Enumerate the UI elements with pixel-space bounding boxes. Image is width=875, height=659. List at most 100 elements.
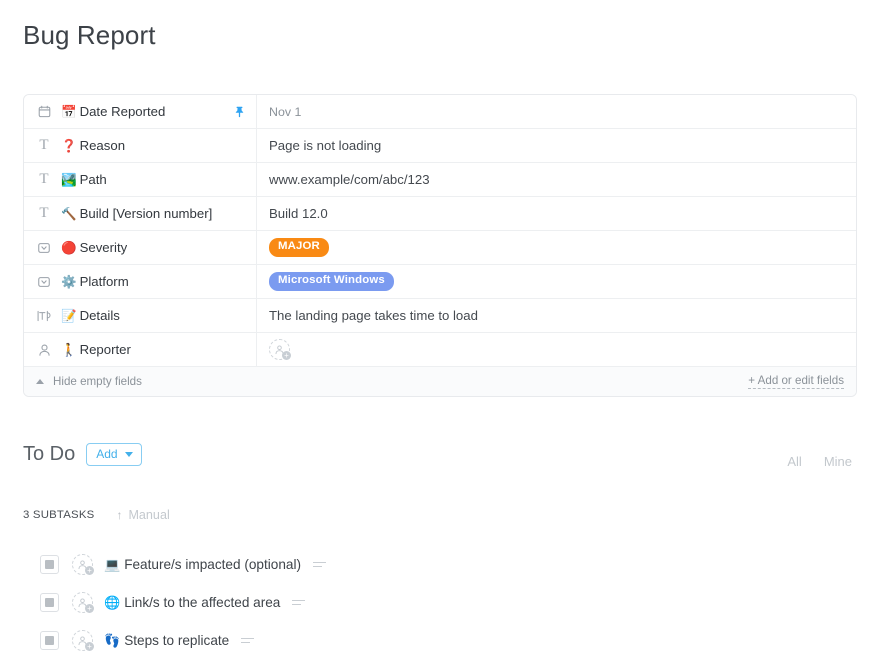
field-value-text: The landing page takes time to load <box>269 308 478 323</box>
fields-footer: Hide empty fields + Add or edit fields <box>24 367 856 396</box>
field-value-cell[interactable]: + <box>257 333 856 366</box>
assignee-avatar-placeholder[interactable]: + <box>72 591 94 613</box>
subtask-name[interactable]: 👣 Steps to replicate <box>104 633 229 648</box>
assignee-avatar-placeholder[interactable]: + <box>269 339 291 360</box>
dropdown-icon <box>36 240 52 256</box>
subtask-name[interactable]: 🌐 Link/s to the affected area <box>104 595 280 610</box>
status-badge[interactable]: MAJOR <box>269 238 329 257</box>
subtask-emoji-icon: 💻 <box>104 556 121 572</box>
field-emoji-icon: 🏞️ <box>61 173 77 187</box>
field-label: ⚙️ Platform <box>61 274 129 289</box>
subtask-row[interactable]: + 🌐 Link/s to the affected area <box>40 583 855 621</box>
subtask-checkbox[interactable] <box>40 630 59 650</box>
todo-header: To Do Add <box>23 443 142 466</box>
field-row: 📝 Details The landing page takes time to l… <box>24 299 856 333</box>
field-emoji-icon: 🚶 <box>61 343 77 357</box>
field-emoji-icon: ❓ <box>61 139 77 153</box>
field-row: ⚙️ Platform Microsoft Windows <box>24 265 856 299</box>
field-row: 🚶 Reporter + <box>24 333 856 367</box>
field-label: 📅 Date Reported <box>61 104 166 119</box>
text-icon: T <box>39 137 49 153</box>
hide-empty-fields-button[interactable]: Hide empty fields <box>36 375 142 388</box>
field-value-cell[interactable]: Page is not loading <box>257 129 856 162</box>
textarea-icon <box>36 308 52 324</box>
subtask-emoji-icon: 🌐 <box>104 594 121 610</box>
field-label: 📝 Details <box>61 308 120 323</box>
field-label: 🏞️ Path <box>61 172 107 187</box>
field-value-cell[interactable]: The landing page takes time to load <box>257 299 856 332</box>
field-value-text: www.example/com/abc/123 <box>269 172 430 187</box>
subtask-description-icon[interactable] <box>241 637 255 643</box>
field-value-cell[interactable]: Nov 1 <box>257 95 856 128</box>
field-row: T ❓ Reason Page is not loading <box>24 129 856 163</box>
subtask-checkbox[interactable] <box>40 554 59 574</box>
subtask-list: + 💻 Feature/s impacted (optional) + 🌐 Link/s … <box>40 545 855 659</box>
field-label-cell[interactable]: 📅 Date Reported <box>24 95 257 128</box>
text-icon: T <box>39 171 49 187</box>
field-label-cell[interactable]: ⚙️ Platform <box>24 265 257 298</box>
field-row: T 🏞️ Path www.example/com/abc/123 <box>24 163 856 197</box>
hide-empty-fields-label: Hide empty fields <box>53 375 142 388</box>
subtask-name-text: Feature/s impacted (optional) <box>124 556 301 572</box>
add-button-label: Add <box>96 447 118 461</box>
subtask-description-icon[interactable] <box>292 599 306 605</box>
arrow-up-icon: ↑ <box>116 508 123 522</box>
subtask-description-icon[interactable] <box>313 561 326 567</box>
status-badge[interactable]: Microsoft Windows <box>269 272 394 291</box>
chevron-down-icon <box>124 451 133 457</box>
todo-filter-all[interactable]: All <box>787 454 801 469</box>
field-row: 🔴 Severity MAJOR <box>24 231 856 265</box>
field-label: 🔨 Build [Version number] <box>61 206 213 221</box>
field-label: 🔴 Severity <box>61 240 128 255</box>
field-label-cell[interactable]: T ❓ Reason <box>24 129 257 162</box>
calendar-icon <box>36 104 52 120</box>
field-label: 🚶 Reporter <box>61 342 131 357</box>
field-emoji-icon: 📝 <box>61 309 77 323</box>
field-row: 📅 Date Reported Nov 1 <box>24 95 856 129</box>
field-label: ❓ Reason <box>61 138 126 153</box>
page-title: Bug Report <box>23 20 156 50</box>
subtask-row[interactable]: + 👣 Steps to replicate <box>40 621 855 659</box>
sort-mode-button[interactable]: ↑ Manual <box>116 508 169 522</box>
field-row: T 🔨 Build [Version number] Build 12.0 <box>24 197 856 231</box>
pin-icon[interactable] <box>233 105 246 119</box>
text-icon: T <box>39 205 49 221</box>
chevron-up-icon <box>36 379 44 384</box>
field-emoji-icon: 🔨 <box>61 207 77 221</box>
field-emoji-icon: 🔴 <box>61 241 77 255</box>
assignee-avatar-placeholder[interactable]: + <box>72 553 94 575</box>
subtask-row[interactable]: + 💻 Feature/s impacted (optional) <box>40 545 855 583</box>
field-label-cell[interactable]: 🚶 Reporter <box>24 333 257 366</box>
field-label-cell[interactable]: T 🏞️ Path <box>24 163 257 196</box>
subtask-name[interactable]: 💻 Feature/s impacted (optional) <box>104 557 301 572</box>
todo-filters: All Mine <box>787 454 852 469</box>
field-value-cell[interactable]: Microsoft Windows <box>257 265 856 298</box>
field-value-cell[interactable]: www.example/com/abc/123 <box>257 163 856 196</box>
field-label-cell[interactable]: 📝 Details <box>24 299 257 332</box>
add-subtask-button[interactable]: Add <box>86 443 142 466</box>
field-label-cell[interactable]: 🔴 Severity <box>24 231 257 264</box>
person-icon <box>36 342 52 358</box>
field-value-text: Page is not loading <box>269 138 382 153</box>
field-emoji-icon: 📅 <box>61 105 77 119</box>
field-value-text: Nov 1 <box>269 104 302 119</box>
field-value-text: Build 12.0 <box>269 206 328 221</box>
subtasks-meta: 3 SUBTASKS ↑ Manual <box>23 508 170 522</box>
subtask-name-text: Link/s to the affected area <box>124 594 281 610</box>
add-or-edit-fields-link[interactable]: + Add or edit fields <box>748 374 844 389</box>
custom-fields-table: 📅 Date Reported Nov 1 T ❓ Reason Page is not l… <box>23 94 857 397</box>
field-emoji-icon: ⚙️ <box>61 275 77 289</box>
todo-section-title: To Do <box>23 443 76 465</box>
field-value-cell[interactable]: Build 12.0 <box>257 197 856 230</box>
field-label-cell[interactable]: T 🔨 Build [Version number] <box>24 197 257 230</box>
todo-filter-mine[interactable]: Mine <box>824 454 852 469</box>
dropdown-icon <box>36 274 52 290</box>
field-value-cell[interactable]: MAJOR <box>257 231 856 264</box>
subtask-emoji-icon: 👣 <box>104 632 121 648</box>
subtask-checkbox[interactable] <box>40 592 59 612</box>
subtask-name-text: Steps to replicate <box>124 632 230 648</box>
subtasks-count-label: 3 SUBTASKS <box>23 509 95 521</box>
sort-mode-label: Manual <box>128 508 170 522</box>
assignee-avatar-placeholder[interactable]: + <box>72 629 94 651</box>
field-rows-container: 📅 Date Reported Nov 1 T ❓ Reason Page is not l… <box>24 95 856 367</box>
